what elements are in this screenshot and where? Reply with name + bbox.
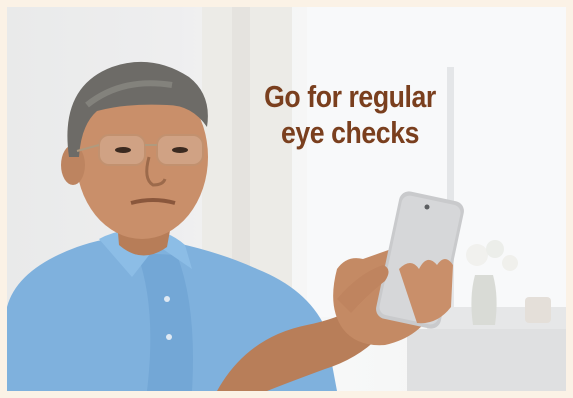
table bbox=[407, 329, 566, 391]
cup bbox=[525, 297, 551, 323]
flower bbox=[466, 244, 488, 266]
ad-frame: Go for regular eye checks bbox=[0, 0, 573, 398]
vase bbox=[471, 275, 497, 325]
photo-man-squinting-at-phone: Go for regular eye checks bbox=[7, 7, 566, 391]
headline: Go for regular eye checks bbox=[243, 79, 458, 151]
eye-left bbox=[115, 147, 131, 153]
shirt-button bbox=[166, 334, 172, 340]
flower bbox=[502, 255, 518, 271]
headline-line-2: eye checks bbox=[280, 115, 420, 150]
flower bbox=[486, 240, 504, 258]
photo-illustration bbox=[7, 7, 566, 391]
headline-line-1: Go for regular bbox=[264, 79, 436, 114]
eye-right bbox=[172, 147, 188, 153]
phone-camera bbox=[424, 204, 430, 210]
shirt-button bbox=[164, 296, 170, 302]
